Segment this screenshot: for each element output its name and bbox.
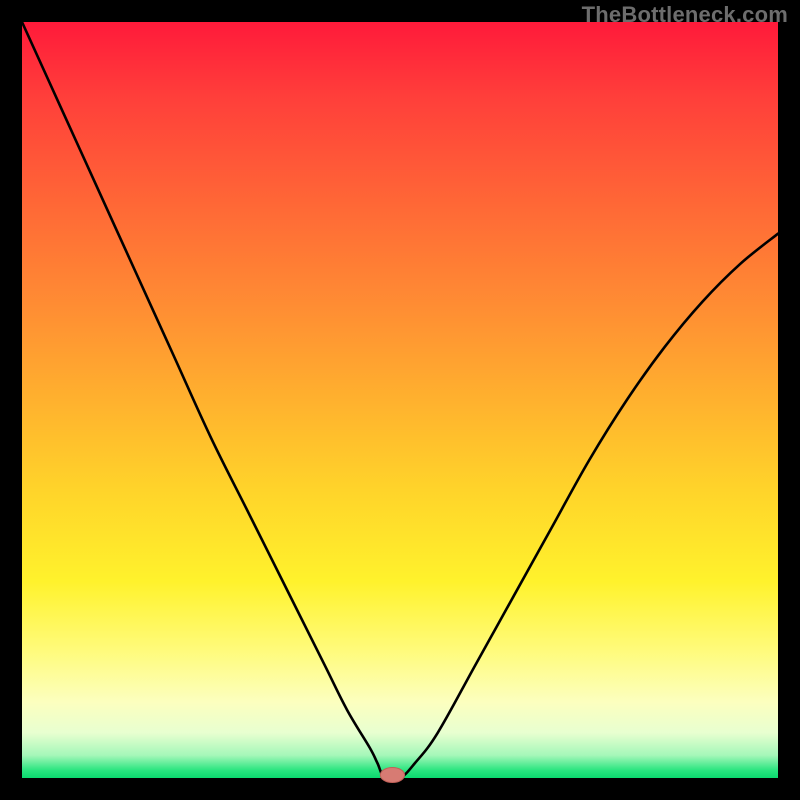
- chart-svg: [22, 22, 778, 778]
- minimum-marker: [380, 767, 404, 782]
- plot-area: [22, 22, 778, 778]
- watermark-text: TheBottleneck.com: [582, 2, 788, 28]
- bottleneck-curve: [22, 22, 778, 780]
- chart-frame: TheBottleneck.com: [0, 0, 800, 800]
